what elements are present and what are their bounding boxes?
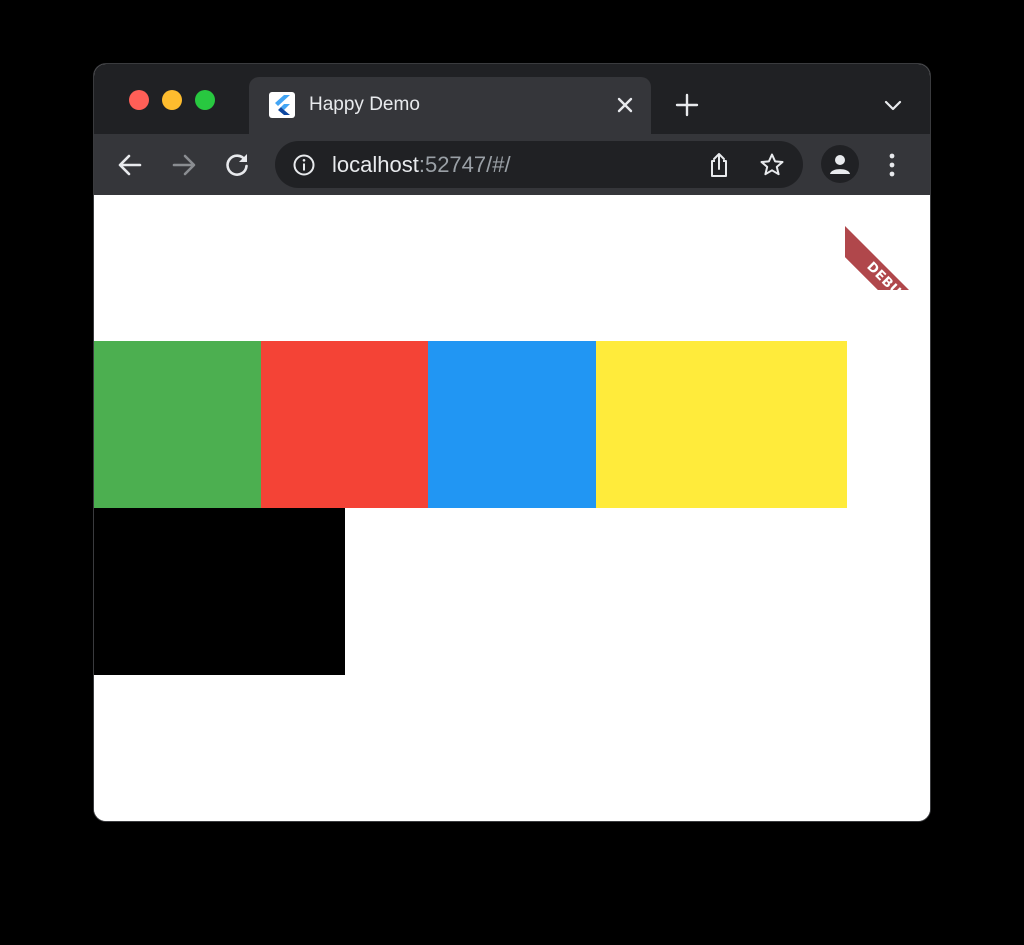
star-icon[interactable] bbox=[759, 152, 785, 178]
tab-title: Happy Demo bbox=[309, 94, 420, 115]
blue-box bbox=[428, 341, 596, 508]
url-path: :52747/#/ bbox=[418, 152, 511, 177]
url-host: localhost bbox=[332, 152, 419, 177]
flutter-icon bbox=[269, 92, 295, 118]
plus-icon[interactable] bbox=[674, 92, 700, 118]
zoom-window-button[interactable] bbox=[195, 90, 215, 110]
reload-icon[interactable] bbox=[223, 151, 251, 179]
address-bar[interactable]: localhost:52747/#/ bbox=[275, 141, 803, 188]
green-box bbox=[94, 341, 261, 508]
debug-label: DEBUG bbox=[845, 223, 930, 290]
close-window-button[interactable] bbox=[129, 90, 149, 110]
close-icon[interactable] bbox=[613, 93, 637, 117]
browser-toolbar: localhost:52747/#/ bbox=[94, 134, 930, 196]
share-icon[interactable] bbox=[707, 152, 731, 178]
yellow-box bbox=[596, 341, 847, 508]
minimize-window-button[interactable] bbox=[162, 90, 182, 110]
chevron-down-icon[interactable] bbox=[882, 96, 904, 116]
black-box bbox=[94, 508, 345, 675]
info-icon[interactable] bbox=[292, 153, 316, 177]
debug-banner: DEBUG bbox=[845, 195, 930, 290]
url-text[interactable]: localhost:52747/#/ bbox=[332, 151, 511, 178]
browser-window: Happy Demo localhost:52747/#/ DEBUG bbox=[94, 64, 930, 821]
title-bar: Happy Demo bbox=[94, 64, 930, 134]
forward-arrow-icon[interactable] bbox=[170, 151, 198, 179]
red-box bbox=[261, 341, 428, 508]
browser-tab[interactable]: Happy Demo bbox=[249, 77, 651, 134]
more-vert-icon[interactable] bbox=[880, 150, 904, 180]
back-arrow-icon[interactable] bbox=[116, 151, 144, 179]
page-content: DEBUG bbox=[94, 195, 930, 821]
avatar-icon[interactable] bbox=[821, 145, 859, 183]
